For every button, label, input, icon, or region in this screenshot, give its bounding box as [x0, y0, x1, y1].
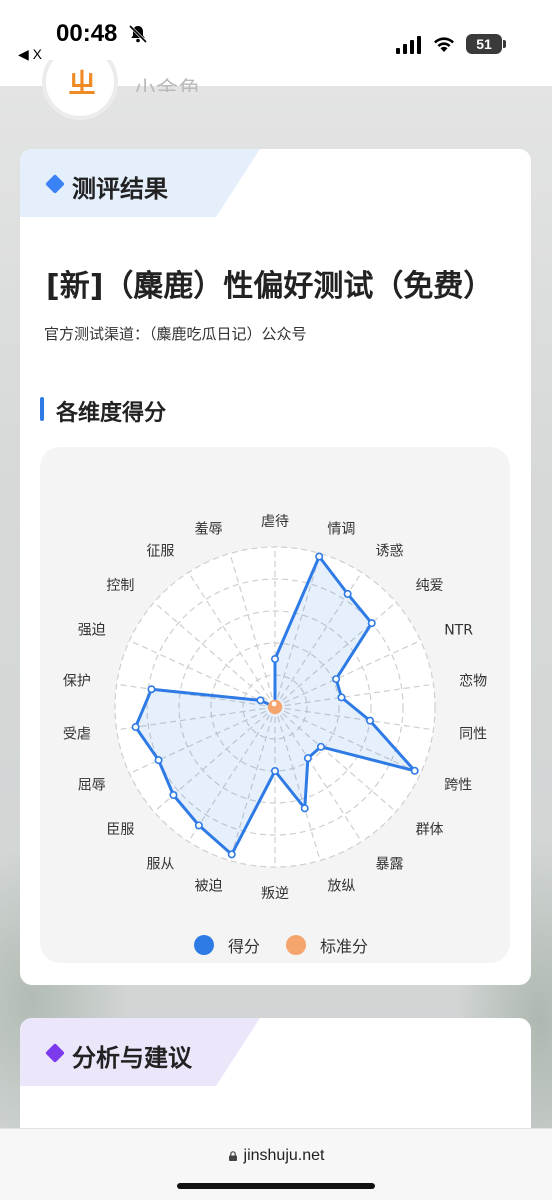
avatar-circle: ㄓ [42, 60, 118, 120]
axis-label-5: 恋物 [459, 673, 487, 690]
axis-label-11: 叛逆 [261, 886, 289, 902]
axis-label-9: 暴露 [376, 856, 404, 872]
axis-label-7: 跨性 [444, 777, 472, 793]
analysis-card-header: 分析与建议 [20, 1018, 280, 1086]
test-title: [新]（麋鹿）性偏好测试（免费） [46, 269, 494, 304]
axis-label-6: 同性 [459, 726, 487, 742]
score-point-18 [256, 696, 265, 705]
axis-label-8: 群体 [416, 822, 444, 838]
result-card-header: 测评结果 [20, 149, 280, 217]
score-point-13 [194, 821, 203, 830]
clock: 00:48 [56, 20, 118, 47]
battery-indicator: 51 [466, 34, 502, 54]
score-point-2 [343, 589, 352, 598]
score-point-3 [367, 619, 376, 628]
score-point-5 [337, 693, 346, 702]
axis-label-17: 保护 [63, 674, 91, 690]
score-point-8 [316, 742, 325, 751]
axis-label-1: 情调 [327, 522, 355, 538]
url-text: jinshuju.net [243, 1147, 325, 1164]
score-point-15 [154, 756, 163, 765]
radar-chart: 虐待情调诱惑纯爱 NTR 恋物同性跨性群体暴露放纵叛逆 被迫 服从 臣服 屈辱 受虐 保护 强迫 控… [40, 447, 510, 963]
analysis-card-title: 分析与建议 [72, 1044, 192, 1072]
brand-logo-icon: ㄓ [68, 67, 97, 100]
axis-label-3: 纯爱 [416, 578, 444, 594]
score-point-1 [315, 552, 324, 561]
legend-label-standard: 标准分 [320, 937, 369, 956]
battery-tip [503, 40, 506, 48]
result-card-title: 测评结果 [72, 175, 168, 203]
axis-label-14: 臣服 [106, 822, 134, 838]
axis-label-16: 受虐 [63, 726, 91, 742]
axis-label-12: 被迫 [195, 878, 223, 894]
axis-label-10: 放纵 [327, 878, 355, 894]
address-bar[interactable]: jinshuju.net [0, 1147, 552, 1165]
score-point-7 [410, 766, 419, 775]
legend-item-score[interactable]: 得分 [194, 933, 260, 957]
section-title: 各维度得分 [56, 401, 167, 426]
score-point-14 [169, 791, 178, 800]
score-point-17 [147, 685, 156, 694]
back-to-app-link[interactable]: ◀ X [18, 46, 42, 63]
axis-label-4: NTR [444, 623, 473, 639]
axis-label-19: 控制 [106, 578, 134, 594]
section-accent-bar [40, 397, 44, 421]
test-channel: 官方测试渠道：（麋鹿吃瓜日记）公众号 [44, 325, 307, 343]
legend-label-score: 得分 [228, 937, 261, 956]
legend-dot-standard [286, 935, 307, 955]
score-point-4 [332, 675, 341, 684]
axis-label-15: 屈辱 [78, 777, 106, 793]
wifi-icon [434, 37, 454, 52]
score-point-10 [300, 804, 309, 813]
score-point-16 [131, 723, 140, 732]
axis-label-13: 服从 [146, 856, 174, 872]
bell-off-icon [128, 24, 148, 44]
home-indicator[interactable] [177, 1183, 375, 1189]
brand-name: 小金角 [134, 78, 201, 92]
lock-icon [228, 1150, 237, 1161]
legend-item-standard[interactable]: 标准分 [286, 933, 368, 957]
score-point-6 [366, 716, 375, 725]
score-point-0 [271, 655, 280, 664]
axis-label-0: 虐待 [261, 514, 289, 530]
axis-label-18: 强迫 [78, 623, 106, 639]
chart-legend: 得分 标准分 [194, 933, 394, 957]
legend-dot-score [194, 935, 214, 955]
score-point-9 [303, 754, 312, 763]
radar-chart-svg: 虐待情调诱惑纯爱 NTR 恋物同性跨性群体暴露放纵叛逆 被迫 服从 臣服 屈辱 受虐 保护 强迫 控… [63, 514, 487, 902]
axis-label-2: 诱惑 [376, 544, 404, 560]
result-card: 测评结果 [新]（麋鹿）性偏好测试（免费） 官方测试渠道：（麋鹿吃瓜日记）公众号… [20, 149, 531, 985]
browser-bottom-bar: jinshuju.net [0, 1128, 552, 1200]
axis-label-21: 羞辱 [195, 522, 223, 538]
standard-point-21 [270, 699, 279, 708]
score-point-11 [271, 766, 280, 775]
score-point-12 [227, 850, 236, 859]
brand-avatar: ㄓ [42, 60, 118, 122]
cellular-signal-icon [396, 36, 421, 54]
axis-label-20: 征服 [146, 544, 174, 560]
